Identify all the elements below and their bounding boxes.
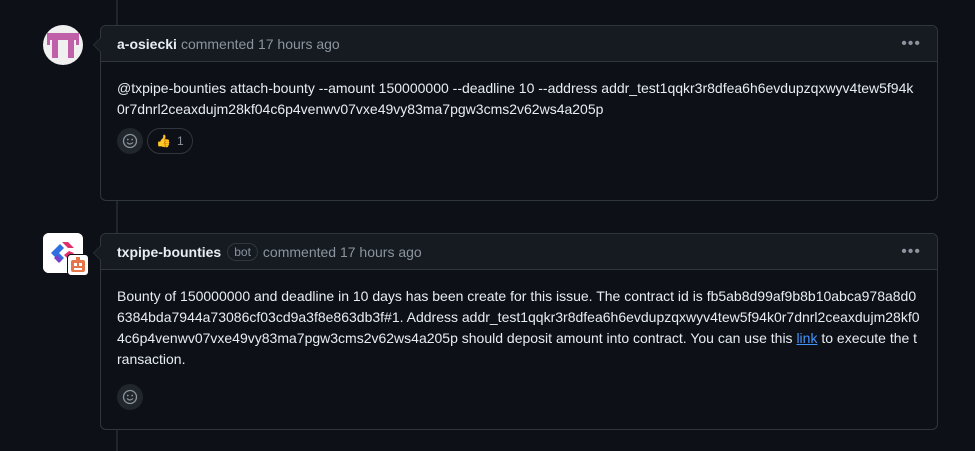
thumbs-up-emoji: 👍 [156, 134, 171, 148]
reaction-thumbsup[interactable]: 👍 1 [147, 128, 193, 154]
reaction-count: 1 [176, 134, 184, 148]
transaction-link[interactable]: link [796, 330, 817, 346]
identicon-image [43, 25, 83, 65]
kebab-horizontal-icon[interactable]: ••• [901, 243, 921, 260]
avatar-a-osiecki[interactable] [43, 25, 83, 65]
comment-header: a-osiecki commented 17 hours ago ••• [101, 26, 937, 62]
reactions-bar: 👍 1 [101, 128, 937, 170]
author-link[interactable]: a-osiecki [117, 36, 177, 52]
timeline-page: a-osiecki commented 17 hours ago ••• @tx… [0, 0, 975, 451]
reactions-bar [101, 384, 937, 426]
bot-label-badge: bot [227, 242, 258, 261]
comment-card: txpipe-bounties bot commented 17 hours a… [93, 233, 938, 430]
comment-text: Bounty of 150000000 and deadline in 10 d… [117, 286, 921, 370]
comment-timestamp[interactable]: commented 17 hours ago [263, 244, 422, 260]
smiley-icon [122, 389, 138, 405]
comment-text: @txpipe-bounties attach-bounty --amount … [117, 80, 914, 117]
comment-timestamp[interactable]: commented 17 hours ago [181, 36, 340, 52]
comment-body: @txpipe-bounties attach-bounty --amount … [101, 62, 937, 128]
kebab-horizontal-icon[interactable]: ••• [901, 35, 921, 52]
add-reaction-button[interactable] [117, 384, 143, 410]
comment-header: txpipe-bounties bot commented 17 hours a… [101, 234, 937, 270]
add-reaction-button[interactable] [117, 128, 143, 154]
smiley-icon [122, 133, 138, 149]
bot-badge-icon [67, 254, 89, 276]
author-link[interactable]: txpipe-bounties [117, 244, 221, 260]
comment-card: a-osiecki commented 17 hours ago ••• @tx… [93, 25, 938, 201]
comment-body: Bounty of 150000000 and deadline in 10 d… [101, 270, 937, 384]
